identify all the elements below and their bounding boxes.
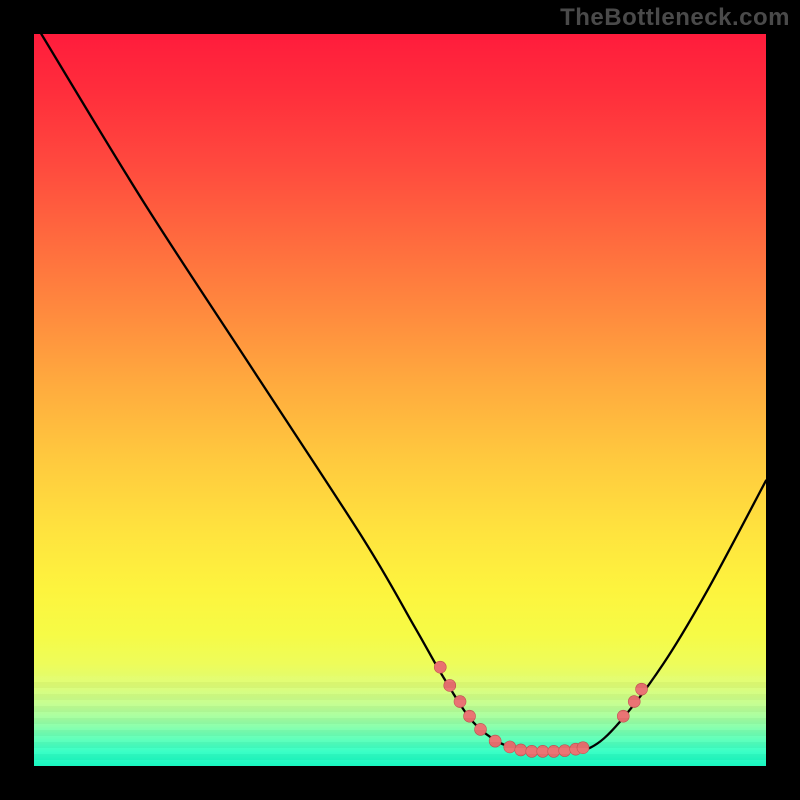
curve-marker xyxy=(617,710,629,722)
curve-marker xyxy=(628,696,640,708)
curve-marker xyxy=(636,683,648,695)
bottleneck-curve xyxy=(41,34,766,752)
curve-marker xyxy=(434,661,446,673)
curve-marker xyxy=(548,745,560,757)
watermark-text: TheBottleneck.com xyxy=(560,4,790,32)
curve-marker xyxy=(577,742,589,754)
curve-marker xyxy=(489,735,501,747)
curve-layer xyxy=(34,34,766,766)
curve-marker xyxy=(475,723,487,735)
curve-marker xyxy=(444,679,456,691)
curve-marker xyxy=(515,744,527,756)
curve-marker xyxy=(454,696,466,708)
curve-marker xyxy=(526,745,538,757)
curve-markers xyxy=(434,661,647,757)
curve-marker xyxy=(504,741,516,753)
curve-marker xyxy=(464,710,476,722)
curve-marker xyxy=(559,745,571,757)
chart-frame: TheBottleneck.com xyxy=(0,0,800,800)
plot-area xyxy=(34,34,766,766)
curve-marker xyxy=(537,745,549,757)
